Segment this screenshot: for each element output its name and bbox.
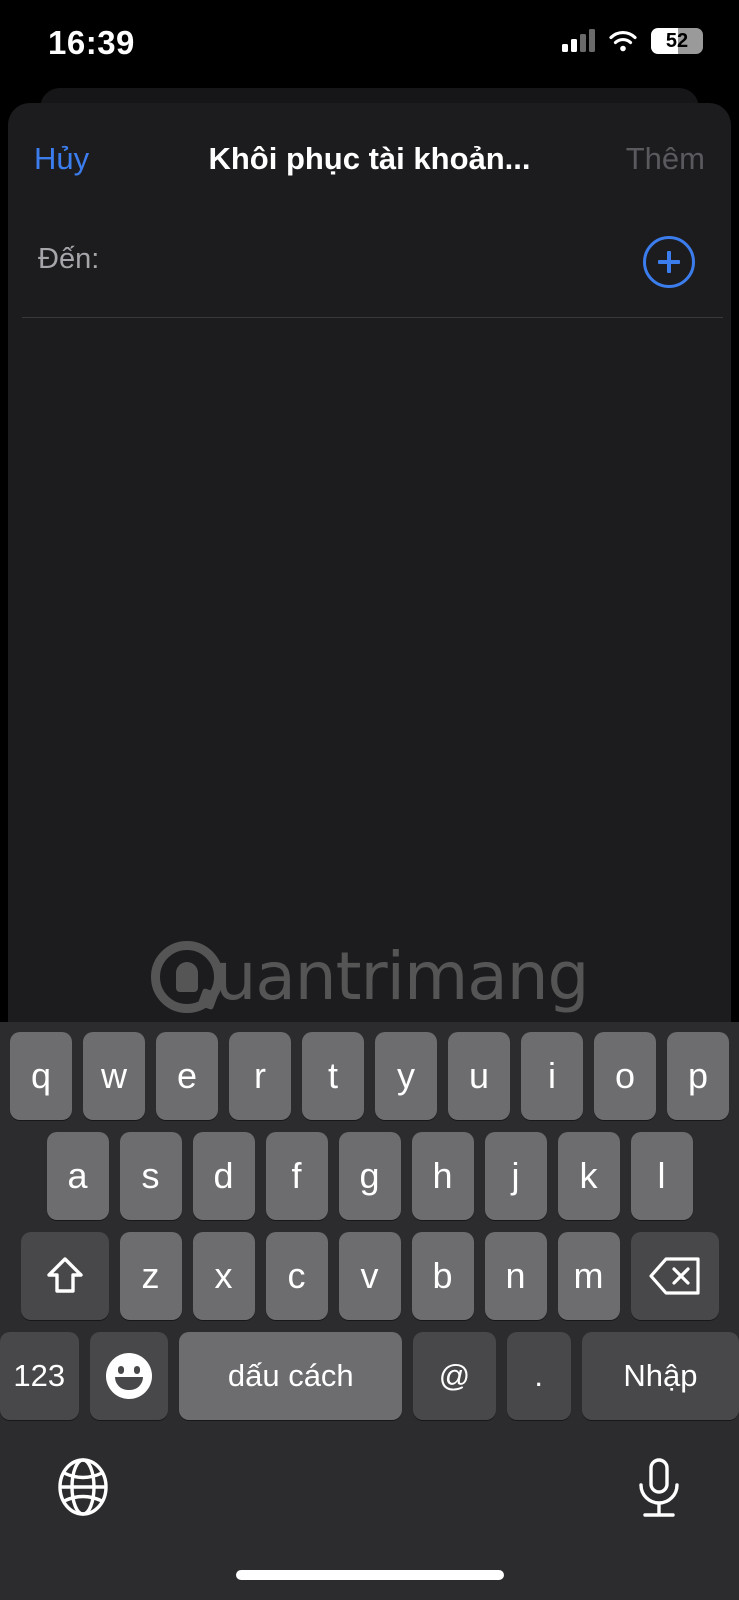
status-bar: 16:39 52 <box>0 0 739 88</box>
key-z[interactable]: z <box>119 1232 182 1320</box>
message-body-area[interactable]: uantrimang <box>8 318 731 1018</box>
plus-circle-icon[interactable] <box>643 236 695 288</box>
keyboard-row-3: z x c v b n m <box>0 1232 739 1320</box>
key-g[interactable]: g <box>338 1132 401 1220</box>
key-r[interactable]: r <box>229 1032 291 1120</box>
key-x[interactable]: x <box>192 1232 255 1320</box>
cellular-bars-icon <box>562 29 595 52</box>
keyboard-row-4: 123 dấu cách @ . Nhập <box>0 1332 739 1420</box>
key-o[interactable]: o <box>594 1032 656 1120</box>
numbers-key[interactable]: 123 <box>0 1332 79 1420</box>
backspace-delete-icon[interactable] <box>630 1232 719 1320</box>
emoji-smiley-icon[interactable] <box>89 1332 169 1420</box>
microphone-dictation-icon[interactable] <box>631 1456 687 1527</box>
keyboard-bottom-bar <box>0 1434 739 1600</box>
watermark-label: uantrimang <box>214 938 590 1015</box>
globe-language-icon[interactable] <box>52 1456 114 1523</box>
enter-key[interactable]: Nhập <box>581 1332 739 1420</box>
lightbulb-circle-icon <box>150 940 223 1013</box>
watermark: uantrimang <box>8 938 731 1015</box>
send-button[interactable]: Thêm <box>626 141 705 177</box>
battery-icon: 52 <box>651 28 703 54</box>
key-a[interactable]: a <box>46 1132 109 1220</box>
page-title: Khôi phục tài khoản... <box>208 141 531 176</box>
key-n[interactable]: n <box>484 1232 547 1320</box>
key-b[interactable]: b <box>411 1232 474 1320</box>
space-key[interactable]: dấu cách <box>179 1332 403 1420</box>
compose-sheet: Hủy Khôi phục tài khoản... Thêm Đến: uan… <box>8 103 731 1023</box>
key-l[interactable]: l <box>630 1132 693 1220</box>
key-e[interactable]: e <box>156 1032 218 1120</box>
key-k[interactable]: k <box>557 1132 620 1220</box>
keyboard-row-1: q w e r t y u i o p <box>0 1032 739 1120</box>
status-bar-time: 16:39 <box>48 24 135 61</box>
to-field-label: Đến: <box>38 243 100 275</box>
key-y[interactable]: y <box>375 1032 437 1120</box>
recipient-row[interactable]: Đến: <box>8 213 731 318</box>
phone-screen: 16:39 52 Hủy Khôi phục tài khoản... Thêm… <box>0 0 739 1600</box>
on-screen-keyboard[interactable]: q w e r t y u i o p a s d f g h j k l z … <box>0 1022 739 1600</box>
home-indicator[interactable] <box>235 1570 504 1580</box>
key-s[interactable]: s <box>119 1132 182 1220</box>
key-f[interactable]: f <box>265 1132 328 1220</box>
key-h[interactable]: h <box>411 1132 474 1220</box>
battery-percent-label: 52 <box>665 29 689 52</box>
key-q[interactable]: q <box>10 1032 72 1120</box>
key-u[interactable]: u <box>448 1032 510 1120</box>
status-bar-indicators: 52 <box>562 28 703 54</box>
shift-arrow-icon[interactable] <box>20 1232 109 1320</box>
key-d[interactable]: d <box>192 1132 255 1220</box>
key-m[interactable]: m <box>557 1232 620 1320</box>
key-i[interactable]: i <box>521 1032 583 1120</box>
wifi-icon <box>608 30 638 52</box>
at-key[interactable]: @ <box>413 1332 496 1420</box>
navigation-bar: Hủy Khôi phục tài khoản... Thêm <box>8 103 731 213</box>
key-v[interactable]: v <box>338 1232 401 1320</box>
period-key[interactable]: . <box>506 1332 571 1420</box>
key-j[interactable]: j <box>484 1132 547 1220</box>
keyboard-row-2: a s d f g h j k l <box>0 1132 739 1220</box>
key-w[interactable]: w <box>83 1032 145 1120</box>
key-t[interactable]: t <box>302 1032 364 1120</box>
key-c[interactable]: c <box>265 1232 328 1320</box>
key-p[interactable]: p <box>667 1032 729 1120</box>
